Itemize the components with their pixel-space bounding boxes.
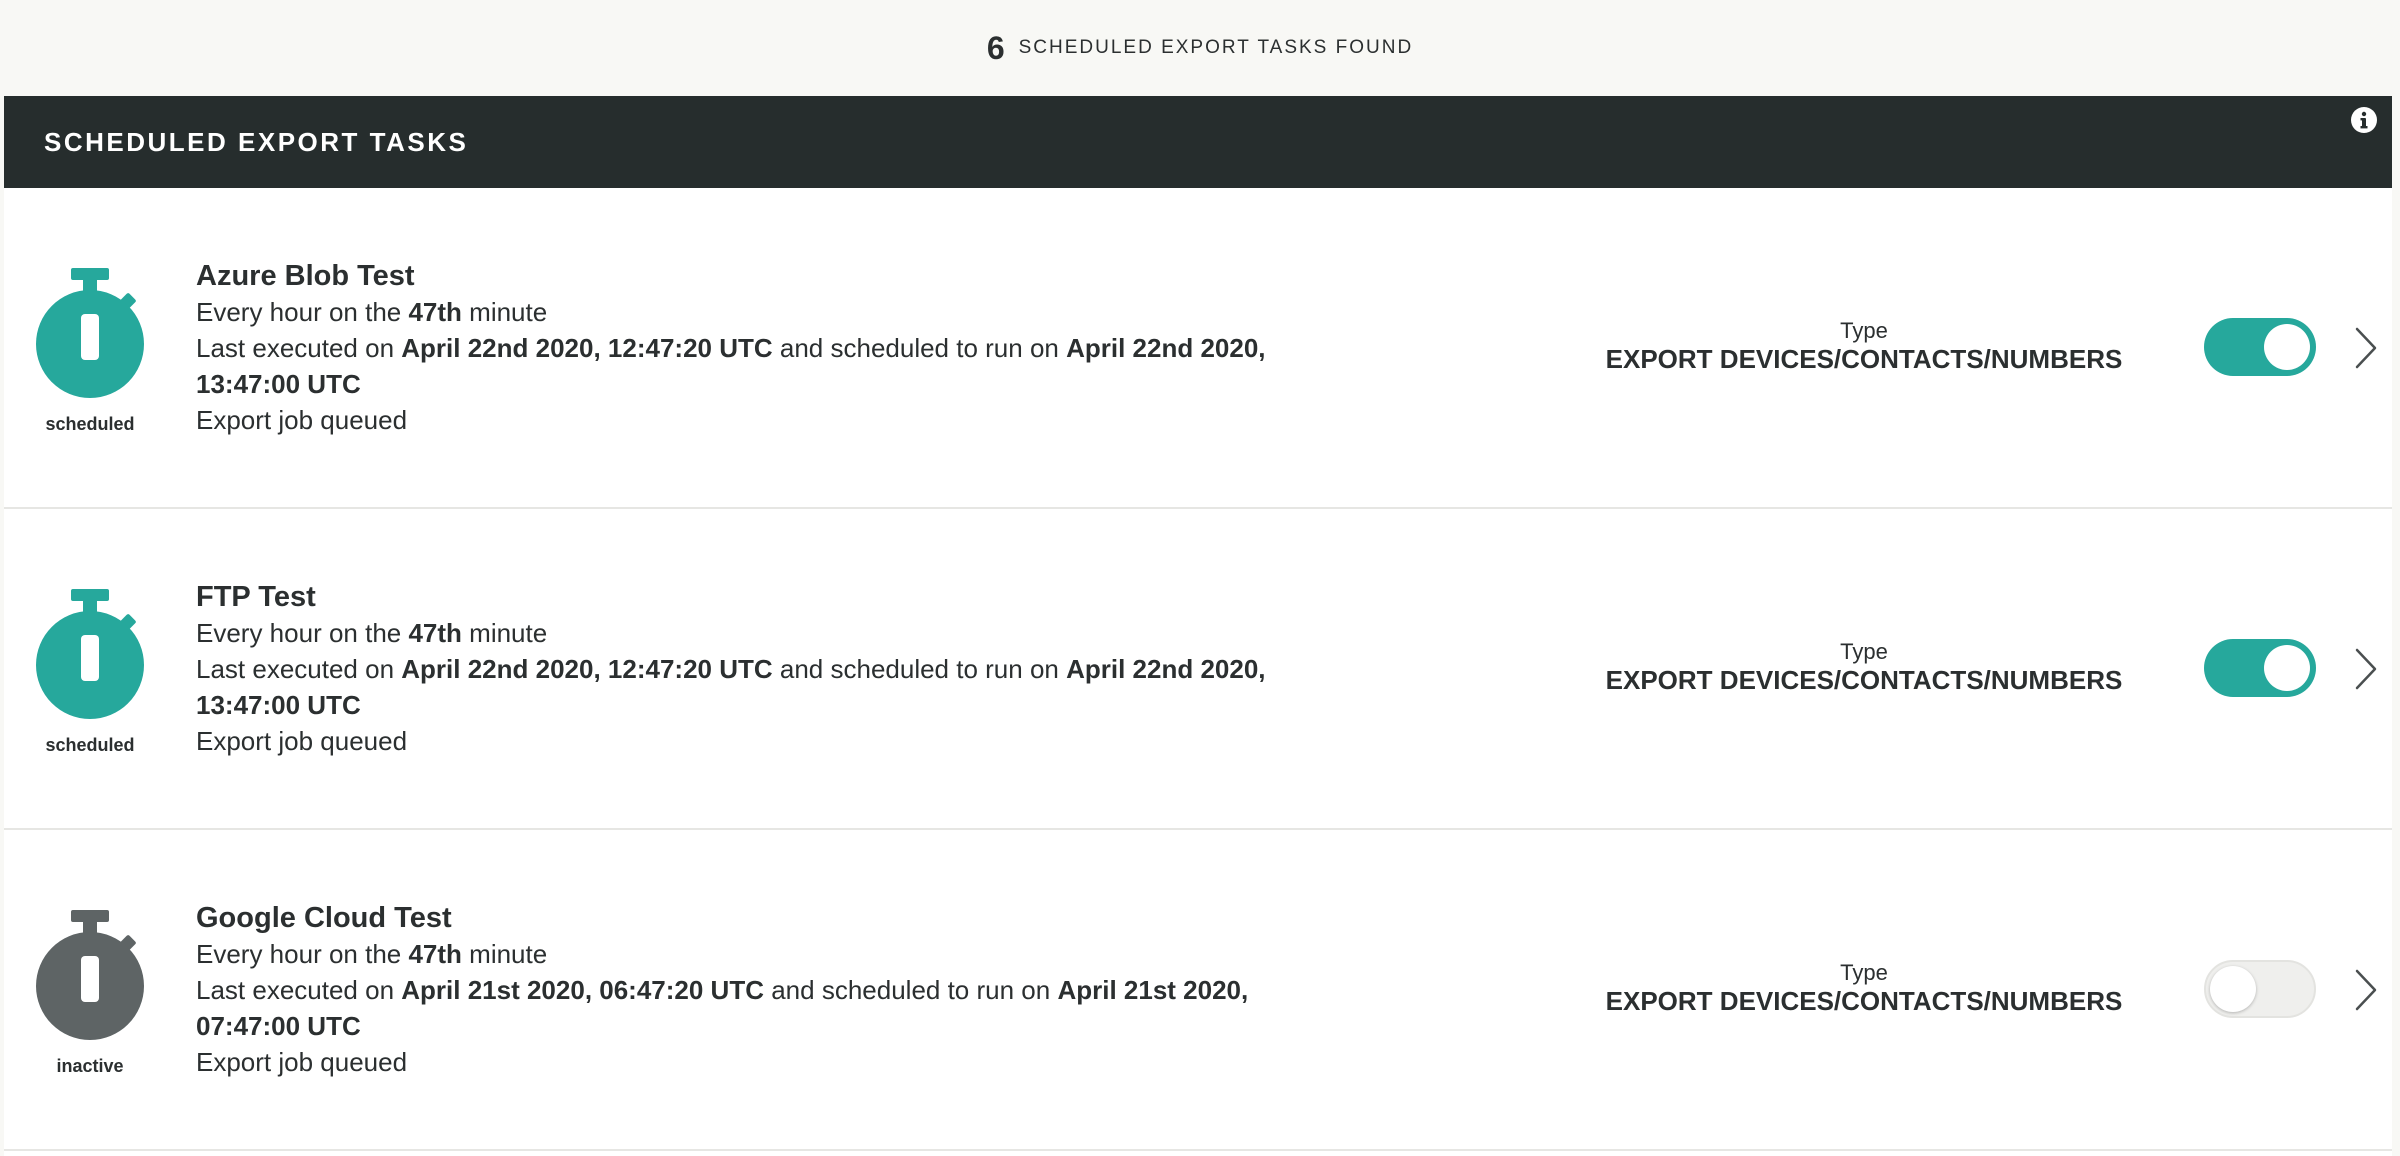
execution-middle: and scheduled to run on: [772, 654, 1067, 684]
chevron-right-icon[interactable]: [2354, 647, 2378, 691]
schedule-suffix: minute: [461, 618, 548, 648]
schedule-prefix: Every hour on the: [196, 939, 409, 969]
results-count-number: 6: [986, 29, 1005, 66]
schedule-minute: 47th: [408, 618, 462, 648]
task-status-label: inactive: [56, 1056, 124, 1076]
task-execution: Last executed on April 21st 2020, 06:47:…: [196, 972, 1356, 1044]
enable-toggle[interactable]: [2204, 639, 2316, 697]
task-row[interactable]: scheduled Azure Blob Test Every hour on …: [4, 188, 2392, 509]
type-value: EXPORT DEVICES/CONTACTS/NUMBERS: [1605, 665, 2123, 695]
task-details: FTP Test Every hour on the 47th minute L…: [196, 579, 1356, 759]
type-value: EXPORT DEVICES/CONTACTS/NUMBERS: [1605, 986, 2123, 1016]
info-icon[interactable]: [2350, 106, 2378, 134]
execution-middle: and scheduled to run on: [764, 975, 1058, 1005]
stopwatch-icon: [36, 910, 144, 1040]
task-schedule: Every hour on the 47th minute: [196, 294, 1356, 330]
schedule-suffix: minute: [461, 297, 548, 327]
task-name[interactable]: Google Cloud Test: [196, 900, 1356, 936]
task-list: scheduled Azure Blob Test Every hour on …: [4, 188, 2392, 1151]
type-label: Type: [1840, 960, 1888, 985]
toggle-knob: [2264, 645, 2310, 691]
task-status-label: scheduled: [45, 735, 135, 755]
last-executed: April 21st 2020, 06:47:20 UTC: [401, 975, 764, 1005]
execution-prefix: Last executed on: [196, 654, 402, 684]
task-schedule: Every hour on the 47th minute: [196, 936, 1356, 972]
schedule-prefix: Every hour on the: [196, 297, 409, 327]
type-label: Type: [1840, 639, 1888, 664]
job-status: Export job queued: [196, 1047, 408, 1077]
task-execution: Last executed on April 22nd 2020, 12:47:…: [196, 330, 1356, 402]
task-status-block: scheduled: [30, 268, 150, 435]
schedule-minute: 47th: [408, 297, 462, 327]
last-executed: April 22nd 2020, 12:47:20 UTC: [401, 654, 773, 684]
job-status: Export job queued: [196, 726, 408, 756]
toggle-knob: [2264, 324, 2310, 370]
stopwatch-icon: [36, 589, 144, 719]
task-name[interactable]: FTP Test: [196, 579, 1356, 615]
toggle-knob: [2210, 966, 2256, 1012]
schedule-suffix: minute: [461, 939, 548, 969]
task-row[interactable]: inactive Google Cloud Test Every hour on…: [4, 830, 2392, 1151]
enable-toggle[interactable]: [2204, 318, 2316, 376]
task-schedule: Every hour on the 47th minute: [196, 615, 1356, 651]
results-count-label: Scheduled export tasks found: [1018, 37, 1414, 58]
task-status-label: scheduled: [45, 414, 135, 434]
chevron-right-icon[interactable]: [2354, 968, 2378, 1012]
last-executed: April 22nd 2020, 12:47:20 UTC: [401, 333, 773, 363]
task-name[interactable]: Azure Blob Test: [196, 258, 1356, 294]
enable-toggle[interactable]: [2204, 960, 2316, 1018]
scheduled-tasks-panel: SCHEDULED EXPORT TASKS scheduled Azure B…: [4, 96, 2392, 1156]
task-details: Azure Blob Test Every hour on the 47th m…: [196, 258, 1356, 438]
results-count: 6 Scheduled export tasks found: [0, 0, 2400, 96]
panel-title: SCHEDULED EXPORT TASKS: [44, 126, 469, 157]
type-value: EXPORT DEVICES/CONTACTS/NUMBERS: [1605, 344, 2123, 374]
task-type: Type EXPORT DEVICES/CONTACTS/NUMBERS: [1604, 639, 2124, 695]
job-status: Export job queued: [196, 405, 408, 435]
panel-header: SCHEDULED EXPORT TASKS: [4, 96, 2392, 188]
execution-middle: and scheduled to run on: [772, 333, 1067, 363]
task-row[interactable]: scheduled FTP Test Every hour on the 47t…: [4, 509, 2392, 830]
task-status-block: inactive: [30, 910, 150, 1077]
schedule-minute: 47th: [408, 939, 462, 969]
schedule-prefix: Every hour on the: [196, 618, 409, 648]
chevron-right-icon[interactable]: [2354, 326, 2378, 370]
task-status-block: scheduled: [30, 589, 150, 756]
execution-prefix: Last executed on: [196, 975, 402, 1005]
task-execution: Last executed on April 22nd 2020, 12:47:…: [196, 651, 1356, 723]
type-label: Type: [1840, 318, 1888, 343]
stopwatch-icon: [36, 268, 144, 398]
task-type: Type EXPORT DEVICES/CONTACTS/NUMBERS: [1604, 318, 2124, 374]
task-type: Type EXPORT DEVICES/CONTACTS/NUMBERS: [1604, 960, 2124, 1016]
task-details: Google Cloud Test Every hour on the 47th…: [196, 900, 1356, 1080]
execution-prefix: Last executed on: [196, 333, 402, 363]
